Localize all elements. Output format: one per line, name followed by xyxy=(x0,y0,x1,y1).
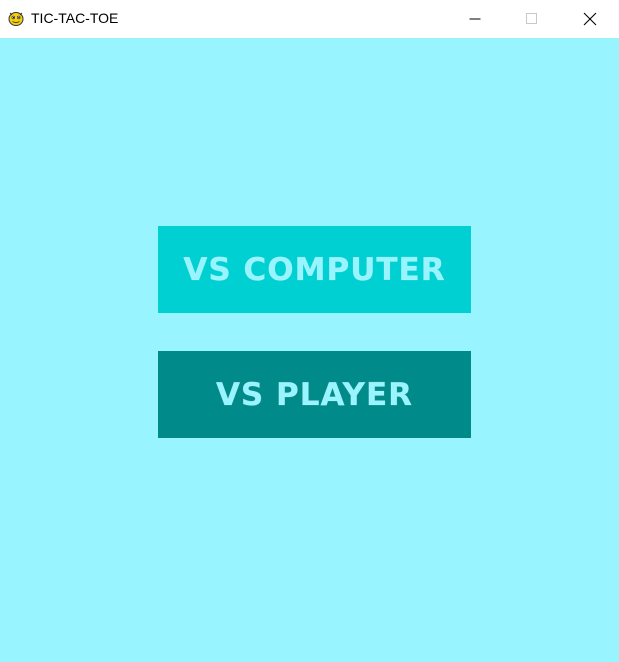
pygame-snake-icon xyxy=(7,9,25,27)
vs-player-label: VS PLAYER xyxy=(215,376,414,413)
title-bar: TIC-TAC-TOE xyxy=(0,0,619,38)
close-button[interactable] xyxy=(561,0,619,38)
vs-player-button[interactable]: VS PLAYER xyxy=(158,351,471,438)
vs-computer-label: VS COMPUTER xyxy=(183,251,446,288)
game-menu-area: VS COMPUTER VS PLAYER xyxy=(0,38,619,662)
vs-computer-button[interactable]: VS COMPUTER xyxy=(158,226,471,313)
maximize-button[interactable] xyxy=(503,0,561,38)
minimize-button[interactable] xyxy=(446,0,504,38)
window-title: TIC-TAC-TOE xyxy=(31,10,119,26)
